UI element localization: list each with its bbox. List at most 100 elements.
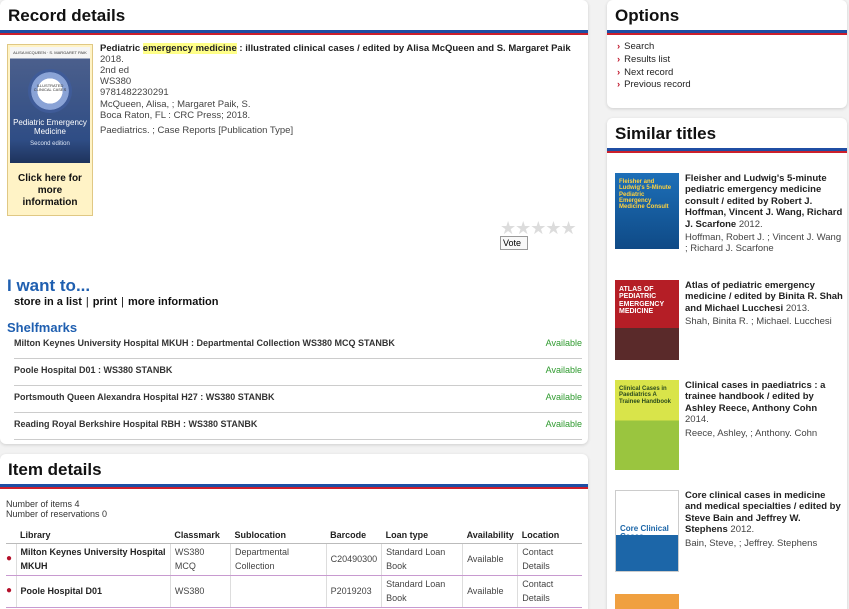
option-search[interactable]: › Search xyxy=(617,41,837,54)
column-header[interactable]: Library xyxy=(16,527,171,544)
shelfmark-status: Available xyxy=(545,419,582,429)
option-results-list[interactable]: › Results list xyxy=(617,54,837,67)
store-in-list-link[interactable]: store in a list xyxy=(14,296,82,308)
cell-library: Poole Hospital D01 xyxy=(15,575,171,608)
shelfmark-location: Portsmouth Queen Alexandra Hospital H27 … xyxy=(14,392,275,402)
shelfmark-row: Milton Keynes University Hospital MKUH :… xyxy=(14,335,582,359)
column-header[interactable]: Classmark xyxy=(170,527,231,544)
heading-rule xyxy=(607,148,847,153)
shelfmark-row: Portsmouth Queen Alexandra Hospital H27 … xyxy=(14,389,582,413)
similar-title-link[interactable]: Clinical cases in paediatrics : a traine… xyxy=(685,380,825,414)
i-want-to-links: store in a list | print | more information xyxy=(14,296,218,308)
column-header[interactable]: Location xyxy=(517,527,582,544)
heading-rule xyxy=(0,30,588,35)
item-details-panel: Item details Number of items 4 Number of… xyxy=(0,454,588,609)
cell-location-link[interactable]: Contact Details xyxy=(517,543,582,576)
cell-location-link[interactable]: Contact Details xyxy=(517,575,582,608)
option-next-record[interactable]: › Next record xyxy=(617,67,837,80)
items-table: Library Classmark Sublocation Barcode Lo… xyxy=(6,527,582,608)
book-cover-image[interactable]: ALISA MCQUEEN · S. MARGARET PAIK ILLUSTR… xyxy=(10,47,90,163)
similar-title-link[interactable]: Fleisher and Ludwig's 5-minute pediatric… xyxy=(685,173,842,230)
chevron-right-icon: › xyxy=(617,66,621,78)
cover-edition: Second edition xyxy=(30,141,70,147)
column-header[interactable]: Barcode xyxy=(326,527,382,544)
i-want-to-heading: I want to... xyxy=(7,276,91,295)
similar-title-text: Clinical cases in paediatrics : a traine… xyxy=(685,380,843,439)
row-bullet: ● xyxy=(6,575,16,608)
title-pre: Pediatric xyxy=(100,43,143,54)
shelfmark-location: Reading Royal Berkshire Hospital RBH : W… xyxy=(14,419,258,429)
options-list: › Search › Results list › Next record › Prev… xyxy=(607,35,847,98)
vote-button[interactable]: Vote xyxy=(500,236,528,250)
search-term-highlight: emergency medicine xyxy=(142,43,237,54)
similar-title-link[interactable]: Core clinical cases in medicine and medi… xyxy=(685,490,841,535)
link-separator: | xyxy=(121,296,125,308)
heading-rule xyxy=(0,484,588,489)
options-panel: Options › Search › Results list › Next reco… xyxy=(607,0,847,108)
cell-barcode: P2019203 xyxy=(325,575,382,608)
column-header[interactable]: Loan type xyxy=(381,527,463,544)
record-authors: McQueen, Alisa, ; Margaret Paik, S. xyxy=(100,98,251,110)
record-details-heading: Record details xyxy=(8,6,126,25)
more-information-text-link[interactable]: more information xyxy=(128,296,218,308)
similar-title-authors: Bain, Steve, ; Jeffrey. Stephens xyxy=(685,537,818,549)
cover-title: Pediatric Emergency Medicine xyxy=(13,118,87,136)
column-header[interactable]: Sublocation xyxy=(230,527,327,544)
record-classmark: WS380 xyxy=(100,76,132,88)
similar-title-cover[interactable]: Fleisher and Ludwig's 5-Minute Pediatric… xyxy=(615,173,679,249)
similar-title-year: 2013. xyxy=(785,302,810,314)
similar-title-authors: Shah, Binita R. ; Michael. Lucchesi xyxy=(685,316,832,328)
cover-label: Core Clinical Cases xyxy=(620,524,669,542)
table-header-row: Library Classmark Sublocation Barcode Lo… xyxy=(6,527,582,544)
book-cover-card[interactable]: ALISA MCQUEEN · S. MARGARET PAIK ILLUSTR… xyxy=(7,44,93,216)
similar-title-year: 2012. xyxy=(730,524,755,536)
similar-title-cover[interactable] xyxy=(615,594,679,609)
cover-label: Fleisher and Ludwig's 5-Minute Pediatric… xyxy=(619,179,672,211)
shelfmark-row: Poole Hospital D01 : WS380 STANBK Availa… xyxy=(14,362,582,386)
title-post: : illustrated clinical cases / edited by… xyxy=(236,43,571,54)
record-details-panel: Record details ALISA MCQUEEN · S. MARGAR… xyxy=(0,0,588,444)
similar-titles-heading: Similar titles xyxy=(615,124,717,143)
link-separator: | xyxy=(85,296,89,308)
cover-label: ATLAS OF PEDIATRIC EMERGENCY MEDICINE xyxy=(619,286,664,316)
table-row: ● Poole Hospital D01 WS380 P2019203 Stan… xyxy=(6,575,582,608)
cell-availability: Available xyxy=(462,543,518,576)
cell-sublocation xyxy=(229,575,327,608)
record-publisher: Boca Raton, FL : CRC Press; 2018. xyxy=(100,109,251,121)
cover-label: Clinical Cases in Paediatrics A Trainee … xyxy=(619,386,672,405)
cover-badge: ILLUSTRATED CLINICAL CASES xyxy=(28,69,72,113)
column-header[interactable]: Availability xyxy=(462,527,518,544)
chevron-right-icon: › xyxy=(617,79,621,91)
cell-classmark: WS380 xyxy=(169,575,231,608)
print-link[interactable]: print xyxy=(93,296,117,308)
item-counts: Number of items 4 Number of reservations… xyxy=(6,499,107,520)
similar-title-cover[interactable]: Clinical Cases in Paediatrics A Trainee … xyxy=(615,380,679,470)
similar-title-cover[interactable]: Core Clinical Cases xyxy=(615,490,679,572)
option-label: Next record xyxy=(624,66,674,78)
cover-editors: ALISA MCQUEEN · S. MARGARET PAIK xyxy=(13,50,87,55)
record-edition: 2nd ed xyxy=(100,65,130,77)
option-label: Previous record xyxy=(624,79,691,91)
cell-loan-type: Standard Loan Book xyxy=(381,543,463,576)
cell-loan-type: Standard Loan Book xyxy=(381,575,463,608)
table-row: ● Milton Keynes University Hospital MKUH… xyxy=(6,543,582,576)
similar-title-link[interactable]: Atlas of pediatric emergency medicine / … xyxy=(685,280,843,314)
cell-library: Milton Keynes University Hospital MKUH xyxy=(15,543,171,576)
similar-title-cover[interactable]: ATLAS OF PEDIATRIC EMERGENCY MEDICINE xyxy=(615,280,679,360)
shelfmark-status: Available xyxy=(545,392,582,402)
similar-title-authors: Reece, Ashley, ; Anthony. Cohn xyxy=(685,427,818,439)
options-heading: Options xyxy=(615,6,680,25)
more-information-link[interactable]: Click here for more information xyxy=(10,173,90,209)
shelfmark-location: Poole Hospital D01 : WS380 STANBK xyxy=(14,365,173,375)
cell-sublocation: Departmental Collection xyxy=(229,543,327,576)
similar-title-text: Atlas of pediatric emergency medicine / … xyxy=(685,280,843,328)
similar-title-year: 2012. xyxy=(738,218,763,230)
record-year: 2018. xyxy=(100,54,124,66)
number-of-items: Number of items 4 xyxy=(6,499,80,509)
similar-title-year: 2014. xyxy=(685,414,709,426)
option-previous-record[interactable]: › Previous record xyxy=(617,79,837,92)
similar-title-text: Core clinical cases in medicine and medi… xyxy=(685,490,843,549)
record-isbn: 9781482230291 xyxy=(100,87,169,99)
item-details-heading: Item details xyxy=(8,460,102,479)
record-title: Pediatric emergency medicine : illustrat… xyxy=(100,43,580,54)
